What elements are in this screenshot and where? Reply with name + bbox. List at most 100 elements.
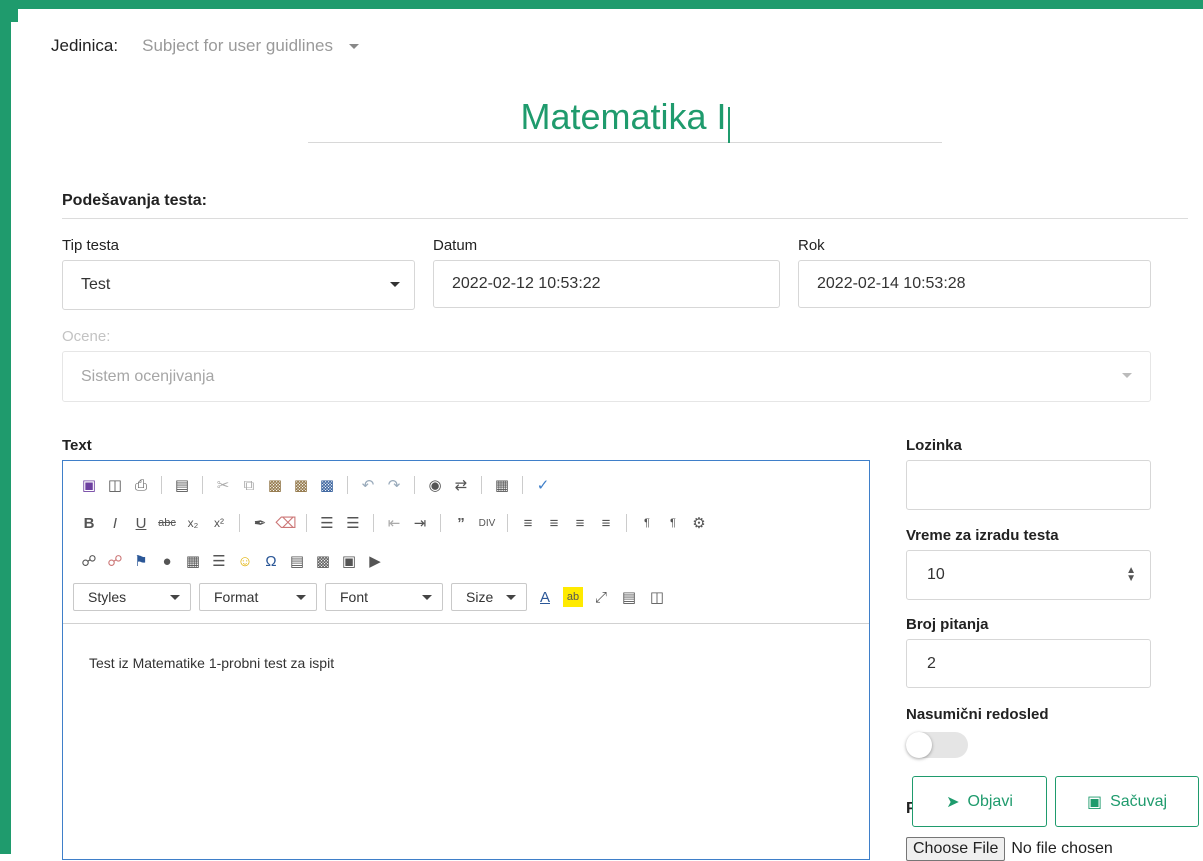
test-type-value: Test bbox=[81, 276, 111, 293]
page-break-icon[interactable]: ▤ bbox=[287, 551, 307, 571]
date-input[interactable]: 2022-02-12 10:53:22 bbox=[433, 260, 780, 308]
link-icon[interactable]: ☍ bbox=[79, 551, 99, 571]
numbered-list-icon[interactable]: ☰ bbox=[317, 513, 337, 533]
chevron-down-icon bbox=[390, 282, 400, 287]
random-order-toggle[interactable] bbox=[906, 732, 968, 758]
choose-file-button[interactable]: Choose File bbox=[906, 837, 1006, 861]
font-combo-label: Font bbox=[340, 589, 369, 605]
date-value: 2022-02-12 10:53:22 bbox=[452, 275, 601, 292]
bulleted-list-icon[interactable]: ☰ bbox=[343, 513, 363, 533]
italic-icon[interactable]: I bbox=[105, 513, 125, 533]
copy-icon[interactable]: ⧉ bbox=[239, 475, 259, 495]
cut-icon[interactable]: ✂ bbox=[213, 475, 233, 495]
questions-input[interactable]: 2 bbox=[906, 639, 1151, 688]
paste-text-icon[interactable]: ▩ bbox=[291, 475, 311, 495]
rich-text-editor: ▣ ◫ ⎙ ▤ ✂ ⧉ ▩ ▩ ▩ ↶ ↷ ◉ ⇄ ▦ ✓ B I U abc bbox=[62, 460, 870, 860]
floppy-icon: ▣ bbox=[1086, 793, 1103, 811]
div-icon[interactable]: DIV bbox=[477, 513, 497, 533]
grades-select[interactable]: Sistem ocenjivanja bbox=[62, 351, 1151, 402]
format-combo[interactable]: Format bbox=[199, 583, 317, 611]
smiley-icon[interactable]: ☺ bbox=[235, 551, 255, 571]
grades-placeholder: Sistem ocenjivanja bbox=[81, 367, 215, 385]
toggle-knob bbox=[906, 732, 932, 758]
blockquote-icon[interactable]: ” bbox=[451, 513, 471, 533]
toolbar-row-3: ☍ ☍ ⚑ ● ▦ ☰ ☺ Ω ▤ ▩ ▣ ▶ bbox=[79, 551, 385, 571]
select-all-icon[interactable]: ▦ bbox=[492, 475, 512, 495]
background-color-icon[interactable]: ab bbox=[563, 587, 583, 607]
strikethrough-icon[interactable]: abc bbox=[157, 513, 177, 533]
horizontal-rule-icon[interactable]: ☰ bbox=[209, 551, 229, 571]
text-cursor bbox=[727, 106, 730, 143]
unlink-icon[interactable]: ☍ bbox=[105, 551, 125, 571]
time-input[interactable]: 10 ▲ ▼ bbox=[906, 550, 1151, 600]
unit-select[interactable]: Subject for user guidlines bbox=[142, 36, 359, 56]
time-value: 10 bbox=[927, 566, 945, 583]
font-combo[interactable]: Font bbox=[325, 583, 443, 611]
text-color-icon[interactable]: A bbox=[535, 587, 555, 607]
chevron-down-icon bbox=[1122, 373, 1132, 378]
save-icon[interactable]: ▣ bbox=[79, 475, 99, 495]
stepper-icon[interactable]: ▲ ▼ bbox=[1126, 566, 1136, 584]
styles-combo-label: Styles bbox=[88, 589, 127, 605]
subscript-icon[interactable]: x₂ bbox=[183, 513, 203, 533]
password-input[interactable] bbox=[906, 460, 1151, 510]
left-accent-bar bbox=[0, 0, 11, 854]
file-upload: Choose File No file chosen bbox=[906, 837, 1113, 861]
format-combo-label: Format bbox=[214, 589, 259, 605]
show-blocks-icon[interactable]: ▤ bbox=[619, 587, 639, 607]
align-left-icon[interactable]: ≡ bbox=[518, 513, 538, 533]
spellcheck-icon[interactable]: ✓ bbox=[533, 475, 553, 495]
justify-icon[interactable]: ≡ bbox=[596, 513, 616, 533]
paste-icon[interactable]: ▩ bbox=[265, 475, 285, 495]
date-label: Datum bbox=[433, 237, 478, 254]
youtube-icon[interactable]: ▶ bbox=[365, 551, 385, 571]
deadline-value: 2022-02-14 10:53:28 bbox=[817, 275, 966, 292]
undo-icon[interactable]: ↶ bbox=[358, 475, 378, 495]
questions-label: Broj pitanja bbox=[906, 616, 989, 633]
align-right-icon[interactable]: ≡ bbox=[570, 513, 590, 533]
ltr-icon[interactable]: ¶ bbox=[637, 513, 657, 533]
align-center-icon[interactable]: ≡ bbox=[544, 513, 564, 533]
replace-icon[interactable]: ⇄ bbox=[451, 475, 471, 495]
publish-button[interactable]: ➤ Objavi bbox=[912, 776, 1047, 827]
unit-label: Jedinica: bbox=[51, 36, 119, 55]
questions-value: 2 bbox=[927, 654, 936, 672]
outdent-icon[interactable]: ⇤ bbox=[384, 513, 404, 533]
toolbar-row-1: ▣ ◫ ⎙ ▤ ✂ ⧉ ▩ ▩ ▩ ↶ ↷ ◉ ⇄ ▦ ✓ bbox=[79, 475, 553, 495]
styles-combo[interactable]: Styles bbox=[73, 583, 191, 611]
settings-title: Podešavanja testa: bbox=[62, 192, 207, 209]
rtl-icon[interactable]: ¶ bbox=[663, 513, 683, 533]
size-combo[interactable]: Size bbox=[451, 583, 527, 611]
deadline-label: Rok bbox=[798, 237, 825, 254]
random-order-label: Nasumični redosled bbox=[906, 706, 1049, 723]
editor-content[interactable]: Test iz Matematike 1-probni test za ispi… bbox=[89, 655, 334, 671]
underline-icon[interactable]: U bbox=[131, 513, 151, 533]
copy-format-icon[interactable]: ✒ bbox=[250, 513, 270, 533]
preview-icon[interactable]: ◫ bbox=[105, 475, 125, 495]
language-icon[interactable]: ⚙ bbox=[689, 513, 709, 533]
maximize-icon[interactable]: ⤢ bbox=[591, 587, 611, 607]
superscript-icon[interactable]: x² bbox=[209, 513, 229, 533]
title-input[interactable]: Matematika I bbox=[308, 92, 942, 143]
deadline-input[interactable]: 2022-02-14 10:53:28 bbox=[798, 260, 1151, 308]
save-label: Sačuvaj bbox=[1110, 792, 1168, 810]
test-type-select[interactable]: Test bbox=[62, 260, 415, 310]
flash-icon[interactable]: ● bbox=[157, 551, 177, 571]
save-button[interactable]: ▣ Sačuvaj bbox=[1055, 776, 1199, 827]
unit-row: Jedinica: Subject for user guidlines bbox=[51, 36, 359, 56]
paste-word-icon[interactable]: ▩ bbox=[317, 475, 337, 495]
find-icon[interactable]: ◉ bbox=[425, 475, 445, 495]
source-icon[interactable]: ◫ bbox=[647, 587, 667, 607]
bold-icon[interactable]: B bbox=[79, 513, 99, 533]
remove-format-icon[interactable]: ⌫ bbox=[275, 513, 296, 533]
print-icon[interactable]: ⎙ bbox=[131, 475, 151, 495]
redo-icon[interactable]: ↷ bbox=[384, 475, 404, 495]
text-label: Text bbox=[62, 437, 92, 454]
table-icon[interactable]: ▦ bbox=[183, 551, 203, 571]
templates-icon[interactable]: ▤ bbox=[172, 475, 192, 495]
anchor-icon[interactable]: ⚑ bbox=[131, 551, 151, 571]
iframe-icon[interactable]: ▩ bbox=[313, 551, 333, 571]
image-icon[interactable]: ▣ bbox=[339, 551, 359, 571]
indent-icon[interactable]: ⇥ bbox=[410, 513, 430, 533]
special-char-icon[interactable]: Ω bbox=[261, 551, 281, 571]
